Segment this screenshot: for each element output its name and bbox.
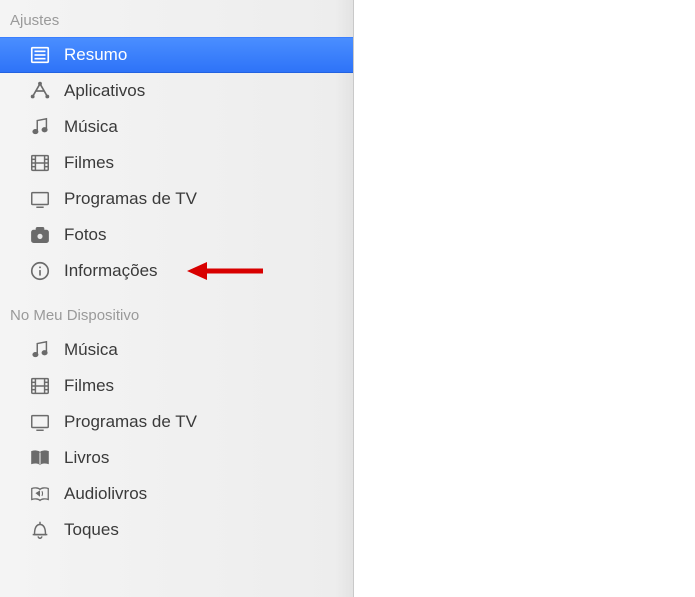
music-icon: [28, 338, 52, 362]
sidebar-item-label: Audiolivros: [64, 484, 353, 504]
sidebar-item-label: Programas de TV: [64, 189, 353, 209]
film-icon: [28, 151, 52, 175]
film-icon: [28, 374, 52, 398]
sidebar-item-musica[interactable]: Música: [0, 109, 353, 145]
summary-icon: [28, 43, 52, 67]
sidebar-item-label: Música: [64, 340, 353, 360]
apps-icon: [28, 79, 52, 103]
tv-icon: [28, 187, 52, 211]
sidebar-item-programas-tv[interactable]: Programas de TV: [0, 181, 353, 217]
section-header-ajustes: Ajustes: [0, 8, 353, 37]
section-header-device: No Meu Dispositivo: [0, 303, 353, 332]
info-icon: [28, 259, 52, 283]
sidebar-item-device-programas-tv[interactable]: Programas de TV: [0, 404, 353, 440]
sidebar-item-label: Toques: [64, 520, 353, 540]
sidebar-item-aplicativos[interactable]: Aplicativos: [0, 73, 353, 109]
sidebar-item-label: Livros: [64, 448, 353, 468]
sidebar-item-informacoes[interactable]: Informações: [0, 253, 353, 289]
camera-icon: [28, 223, 52, 247]
sidebar-item-device-toques[interactable]: Toques: [0, 512, 353, 548]
sidebar-item-device-musica[interactable]: Música: [0, 332, 353, 368]
sidebar-item-label: Informações: [64, 261, 353, 281]
sidebar-item-label: Aplicativos: [64, 81, 353, 101]
books-icon: [28, 446, 52, 470]
sidebar-item-fotos[interactable]: Fotos: [0, 217, 353, 253]
sidebar-item-device-livros[interactable]: Livros: [0, 440, 353, 476]
sidebar-item-label: Resumo: [64, 45, 353, 65]
audiobooks-icon: [28, 482, 52, 506]
music-icon: [28, 115, 52, 139]
sidebar-item-device-filmes[interactable]: Filmes: [0, 368, 353, 404]
sidebar-item-filmes[interactable]: Filmes: [0, 145, 353, 181]
sidebar-item-label: Filmes: [64, 376, 353, 396]
sidebar-item-device-audiolivros[interactable]: Audiolivros: [0, 476, 353, 512]
bell-icon: [28, 518, 52, 542]
sidebar-item-label: Filmes: [64, 153, 353, 173]
sidebar-item-label: Programas de TV: [64, 412, 353, 432]
sidebar-item-label: Fotos: [64, 225, 353, 245]
tv-icon: [28, 410, 52, 434]
sidebar-item-label: Música: [64, 117, 353, 137]
sidebar: Ajustes Resumo Aplicativos: [0, 0, 354, 597]
sidebar-item-resumo[interactable]: Resumo: [0, 37, 353, 73]
